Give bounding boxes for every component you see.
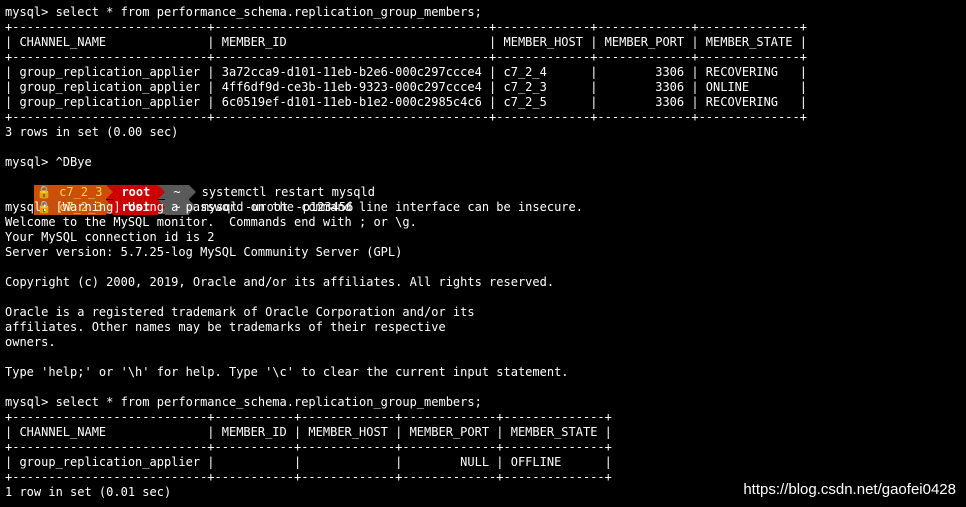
powerline-arrow-icon — [158, 185, 166, 199]
prompt-host: c7_2_3 — [59, 185, 103, 199]
terminal-line: +---------------------------+-----------… — [5, 410, 612, 424]
terminal-line: 3 rows in set (0.00 sec) — [5, 125, 179, 139]
powerline-arrow-icon — [188, 185, 196, 199]
prompt-host-segment: 🔒 c7_2_3 — [33, 185, 107, 200]
terminal-line: Welcome to the MySQL monitor. Commands e… — [5, 215, 417, 229]
terminal-line: | CHANNEL_NAME | MEMBER_ID | MEMBER_HOST… — [5, 35, 807, 49]
terminal-line: +---------------------------+-----------… — [5, 50, 807, 64]
terminal-line: mysql> select * from performance_schema.… — [5, 395, 482, 409]
terminal-line: | group_replication_applier | 3a72cca9-d… — [5, 65, 807, 79]
terminal-line: affiliates. Other names may be trademark… — [5, 320, 446, 334]
terminal-line: Copyright (c) 2000, 2019, Oracle and/or … — [5, 275, 555, 289]
terminal-line: Server version: 5.7.25-log MySQL Communi… — [5, 245, 403, 259]
prompt-user-segment: root — [113, 185, 159, 200]
terminal-line: | CHANNEL_NAME | MEMBER_ID | MEMBER_HOST… — [5, 425, 612, 439]
watermark-url: https://blog.csdn.net/gaofei0428 — [743, 481, 956, 498]
terminal-line: Your MySQL connection id is 2 — [5, 230, 215, 244]
terminal-line: Type 'help;' or '\h' for help. Type '\c'… — [5, 365, 569, 379]
terminal-line: | group_replication_applier | | | NULL |… — [5, 455, 612, 469]
terminal-line: | group_replication_applier | 6c0519ef-d… — [5, 95, 807, 109]
powerline-arrow-icon — [106, 185, 114, 199]
output-block-after: mysql: [Warning] Using a password on the… — [5, 200, 961, 500]
terminal-line: +---------------------------+-----------… — [5, 440, 612, 454]
shell-command: systemctl restart mysqld — [201, 185, 375, 199]
terminal-line: +---------------------------+-----------… — [5, 110, 807, 124]
terminal-output[interactable]: mysql> select * from performance_schema.… — [5, 5, 961, 500]
terminal-line: Oracle is a registered trademark of Orac… — [5, 305, 475, 319]
terminal-line: | group_replication_applier | 4ff6df9d-c… — [5, 80, 807, 94]
lock-icon: 🔒 — [36, 185, 52, 199]
shell-prompt-line: 🔒 c7_2_3 root ~ systemctl restart mysqld — [5, 170, 961, 200]
prompt-dir-segment: ~ — [165, 185, 189, 200]
terminal-line: mysql: [Warning] Using a password on the… — [5, 200, 583, 214]
terminal-line: mysql> ^DBye — [5, 155, 92, 169]
terminal-line: mysql> select * from performance_schema.… — [5, 5, 482, 19]
terminal-line: owners. — [5, 335, 56, 349]
terminal-line: +---------------------------+-----------… — [5, 20, 807, 34]
output-block-before: mysql> select * from performance_schema.… — [5, 5, 961, 170]
